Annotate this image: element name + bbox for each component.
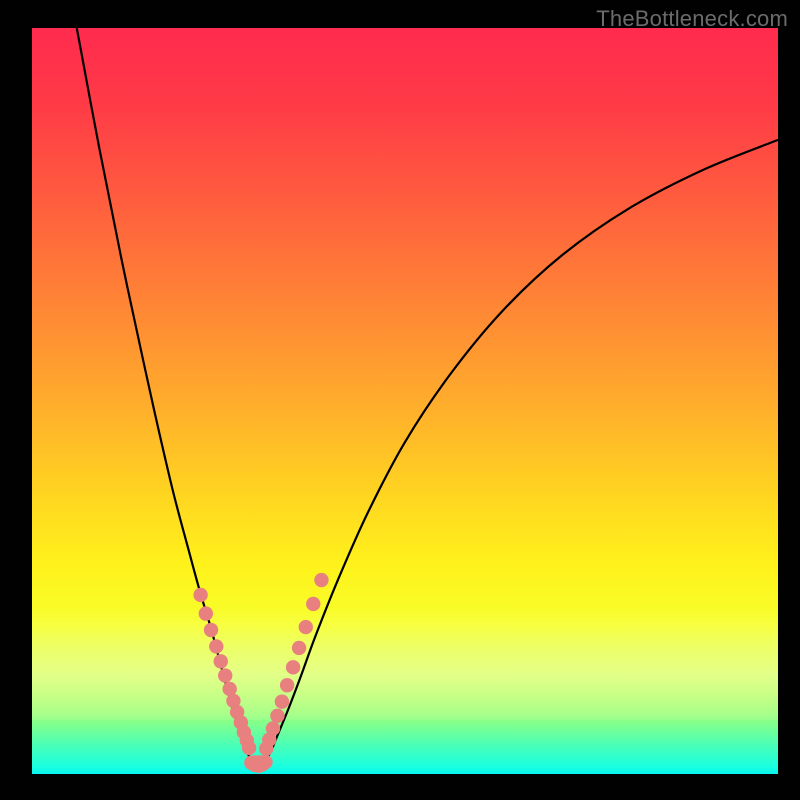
data-marker — [204, 623, 218, 637]
data-marker — [299, 620, 313, 634]
data-marker — [314, 573, 328, 587]
chart-svg — [32, 28, 778, 774]
data-marker — [292, 641, 306, 655]
markers-right-arm — [259, 573, 329, 756]
markers-trough — [244, 755, 273, 773]
data-marker — [275, 694, 289, 708]
data-marker — [193, 588, 207, 602]
data-marker — [270, 709, 284, 723]
data-marker — [214, 654, 228, 668]
markers-left-arm — [193, 588, 256, 755]
curve-left — [77, 28, 252, 761]
data-marker — [280, 678, 294, 692]
curve-right — [265, 140, 778, 761]
data-marker — [199, 606, 213, 620]
data-marker — [306, 597, 320, 611]
data-marker — [258, 755, 272, 769]
data-marker — [266, 721, 280, 735]
chart-frame: TheBottleneck.com — [0, 0, 800, 800]
data-marker — [242, 741, 256, 755]
data-marker — [286, 660, 300, 674]
data-marker — [209, 639, 223, 653]
watermark-text: TheBottleneck.com — [596, 6, 788, 32]
data-marker — [218, 668, 232, 682]
